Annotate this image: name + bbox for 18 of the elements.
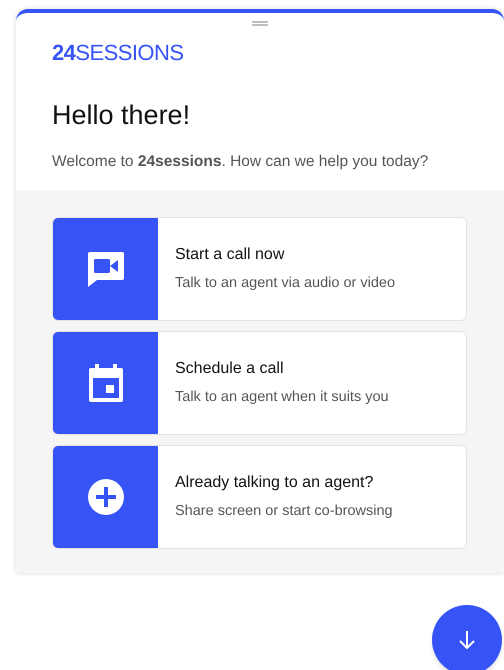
option-title: Schedule a call <box>175 358 285 379</box>
drag-handle-icon[interactable] <box>252 21 268 26</box>
option-subtitle: Talk to an agent via audio or video <box>175 274 396 293</box>
plus-circle-icon <box>86 478 124 516</box>
option-card[interactable]: Start a call now Talk to an agent via audio or video <box>52 216 467 320</box>
option-card[interactable]: Schedule a call Talk to an agent when it suits you <box>52 330 467 434</box>
option-title: Already talking to an agent? <box>175 472 374 493</box>
logo: 24SESSIONS <box>52 42 184 64</box>
option-title: Start a call now <box>175 244 286 265</box>
calendar-icon <box>88 364 124 402</box>
video-chat-icon <box>86 250 126 288</box>
option-subtitle: Share screen or start co-browsing <box>175 502 393 521</box>
option-subtitle: Talk to an agent when it suits you <box>175 388 389 407</box>
scroll-down-button[interactable] <box>432 605 502 670</box>
option-card[interactable]: Already talking to an agent? Share screen or start co-browsing <box>52 444 467 548</box>
welcome-text: Welcome to 24sessions. How can we help you today? <box>52 154 430 170</box>
heading: Hello there! <box>52 102 192 129</box>
arrow-down-icon <box>458 630 476 650</box>
